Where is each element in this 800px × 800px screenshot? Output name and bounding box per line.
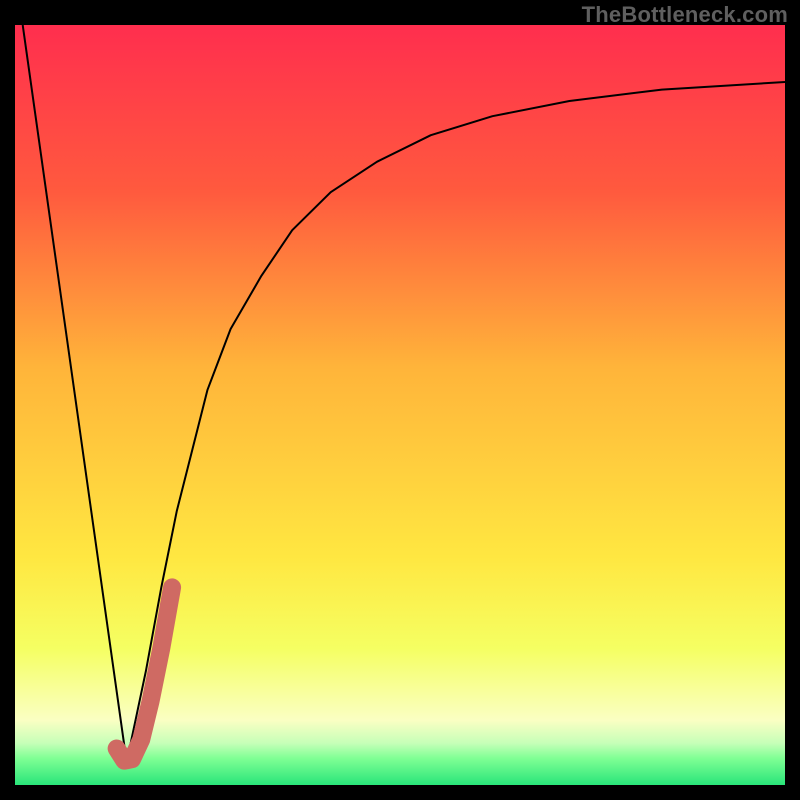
chart-frame: TheBottleneck.com — [0, 0, 800, 800]
gradient-background — [15, 25, 785, 785]
chart-svg — [15, 25, 785, 785]
plot-area — [15, 25, 785, 785]
